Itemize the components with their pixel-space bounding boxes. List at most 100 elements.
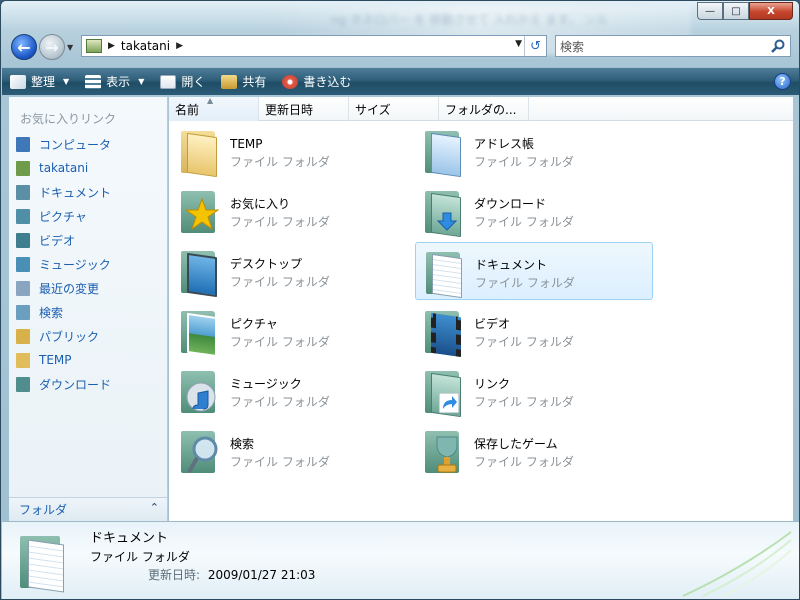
sidebar-item-label: 最近の変更 [39,281,100,296]
column-header-modified[interactable]: 更新日時 [259,97,349,121]
sidebar-item-computer[interactable]: コンピュータ [9,132,167,156]
help-button[interactable]: ? [774,73,791,90]
file-item-searches[interactable]: 検索 ファイル フォルダ [171,422,409,480]
navigation-pane: お気に入りリンク コンピュータ takatani ドキュメント ピクチャ ビデオ [9,97,168,521]
file-list-pane: 名前 ▲ 更新日時 サイズ フォルダの... TEMP ファイル フォルダ アド… [169,96,793,521]
file-item-desktop[interactable]: デスクトップ ファイル フォルダ [171,242,409,300]
command-toolbar: 整理 ▼ 表示 ▼ 開く 共有 書き込む ? [2,67,799,95]
open-button[interactable]: 開く [152,68,213,95]
file-type: ファイル フォルダ [230,455,330,469]
file-item-music[interactable]: ミュージック ファイル フォルダ [171,362,409,420]
maximize-button[interactable]: □ [723,2,749,20]
back-button[interactable]: ← [11,34,37,60]
plain-folder-icon [177,127,223,178]
sidebar-item-public[interactable]: パブリック [9,324,167,348]
file-item-text: ビデオ ファイル フォルダ [474,315,574,351]
sidebar-item-music[interactable]: ミュージック [9,252,167,276]
minimize-button[interactable]: — [697,2,723,20]
details-modified-value: 2009/01/27 21:03 [207,568,316,582]
forward-arrow-icon: → [45,37,59,57]
organize-icon [10,74,26,89]
sidebar-item-downloads[interactable]: ダウンロード [9,372,167,396]
documents-folder-icon [422,248,468,299]
sidebar-item-searches[interactable]: 検索 [9,300,167,324]
address-bar[interactable]: ▶ takatani ▶ ▼ ↺ [81,35,547,57]
burn-disc-icon [282,74,299,89]
blurred-background-text: ng ネネロバー を 移動させて 入れかえ ます。 ンル [331,13,608,27]
file-name: 保存したゲーム [474,437,558,451]
file-item-videos[interactable]: ビデオ ファイル フォルダ [415,302,653,360]
file-type: ファイル フォルダ [230,335,330,349]
file-name: TEMP [230,137,263,151]
folders-toggle[interactable]: フォルダ ⌃ [9,497,167,521]
file-item-favorites[interactable]: お気に入り ファイル フォルダ [171,182,409,240]
folder-front-shape [431,132,461,178]
chevron-down-icon: ▼ [63,77,70,86]
folders-label: フォルダ [19,503,68,517]
downloads-folder-icon [421,187,467,238]
back-arrow-icon: ← [17,37,31,57]
open-label: 開く [181,75,206,89]
search-icon[interactable] [770,38,786,54]
search-box[interactable]: 検索 [555,35,791,57]
organize-button[interactable]: 整理 ▼ [2,68,77,95]
chevron-down-icon: ▼ [138,77,145,86]
breadcrumb-takatani[interactable]: takatani [121,39,170,53]
file-name: ドキュメント [475,258,548,272]
computer-icon [16,136,30,152]
file-item-links[interactable]: リンク ファイル フォルダ [415,362,653,420]
links-folder-icon [421,367,467,418]
search-folder-icon [16,304,30,320]
file-item-downloads[interactable]: ダウンロード ファイル フォルダ [415,182,653,240]
breadcrumb-separator-icon[interactable]: ▶ [176,41,183,51]
sidebar-item-documents[interactable]: ドキュメント [9,180,167,204]
searches-folder-icon [177,427,223,477]
sidebar-item-temp[interactable]: TEMP [9,348,167,372]
views-button[interactable]: 表示 ▼ [77,68,152,95]
file-item-text: ドキュメント ファイル フォルダ [475,256,575,292]
explorer-window: ng ネネロバー を 移動させて 入れかえ ます。 ンル — □ X ← → ▼… [0,0,800,600]
favorite-links-list: コンピュータ takatani ドキュメント ピクチャ ビデオ ミュージック 最… [9,132,167,396]
sidebar-item-pictures[interactable]: ピクチャ [9,204,167,228]
details-modified: 更新日時: 2009/01/27 21:03 [148,566,315,583]
close-button[interactable]: X [749,2,793,20]
details-item-name: ドキュメント [90,531,169,546]
file-item-text: リンク ファイル フォルダ [474,375,574,411]
details-item-type: ファイル フォルダ [90,550,190,564]
breadcrumb-separator-icon[interactable]: ▶ [108,41,115,51]
favorite-links-title: お気に入りリンク [20,112,117,126]
file-item-text: ミュージック ファイル フォルダ [230,375,330,411]
window-controls: — □ X [697,2,793,20]
file-item-contacts[interactable]: アドレス帳 ファイル フォルダ [415,122,653,180]
column-header-size[interactable]: サイズ [349,97,439,121]
column-header-folder-path[interactable]: フォルダの... [439,97,529,121]
share-button[interactable]: 共有 [213,68,274,95]
sidebar-item-label: ミュージック [39,257,111,272]
forward-button[interactable]: → [39,34,65,60]
file-item-documents[interactable]: ドキュメント ファイル フォルダ [415,242,653,300]
sidebar-item-videos[interactable]: ビデオ [9,228,167,252]
column-header-name[interactable]: 名前 ▲ [169,96,259,121]
file-name: ダウンロード [474,197,547,211]
file-item-saved-games[interactable]: 保存したゲーム ファイル フォルダ [415,422,653,480]
user-folder-icon [16,160,30,176]
music-folder-icon [177,367,223,417]
views-icon [85,74,102,89]
refresh-button[interactable]: ↺ [524,36,546,56]
burn-button[interactable]: 書き込む [274,68,359,95]
sidebar-item-takatani[interactable]: takatani [9,156,167,180]
chevron-up-icon: ⌃ [149,501,159,514]
open-icon [160,74,177,89]
file-item-pictures[interactable]: ピクチャ ファイル フォルダ [171,302,409,360]
public-folder-icon [16,328,30,344]
file-type: ファイル フォルダ [230,275,330,289]
title-bar[interactable]: ng ネネロバー を 移動させて 入れかえ ます。 ンル — □ X [1,1,799,55]
file-item-temp[interactable]: TEMP ファイル フォルダ [171,122,409,180]
sidebar-item-recent[interactable]: 最近の変更 [9,276,167,300]
column-label: 名前 [175,102,200,117]
sidebar-item-label: パブリック [39,329,100,344]
search-input[interactable]: 検索 [560,38,584,55]
recent-pages-dropdown[interactable]: ▼ [67,43,73,52]
file-item-text: お気に入り ファイル フォルダ [230,195,330,231]
address-dropdown-icon[interactable]: ▼ [515,39,522,49]
